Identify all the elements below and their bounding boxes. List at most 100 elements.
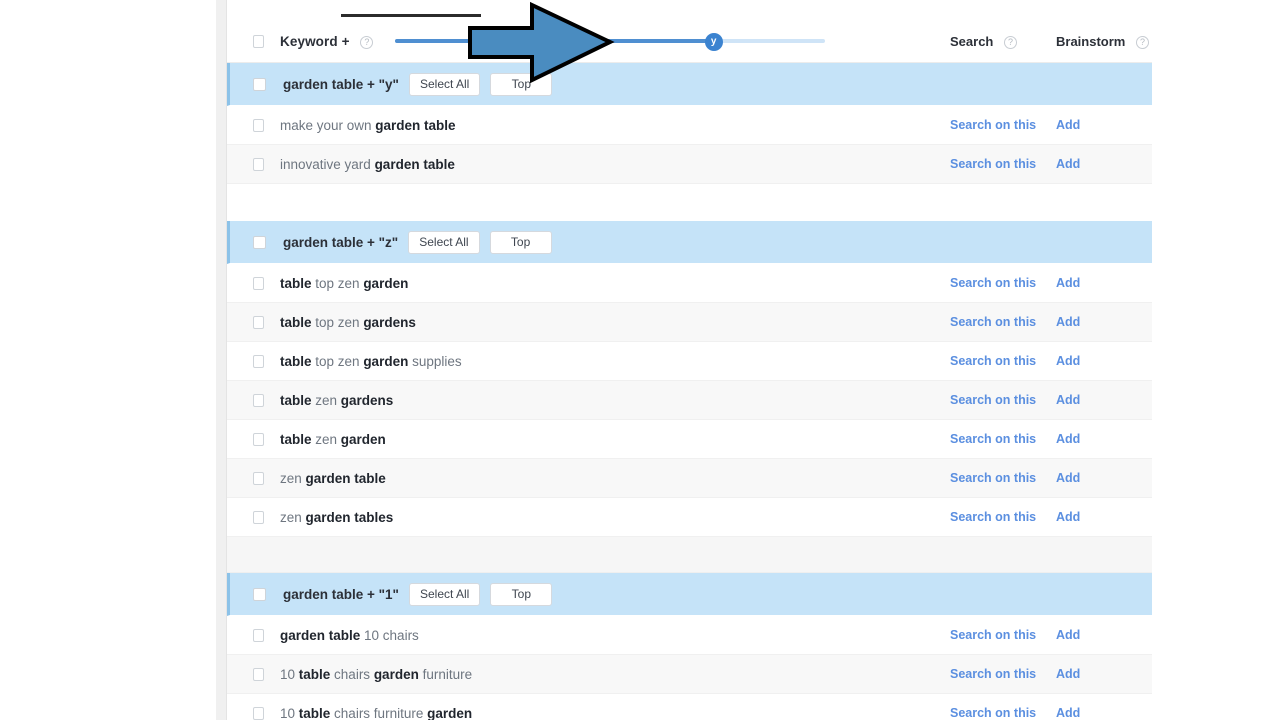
add-link[interactable]: Add bbox=[1056, 628, 1152, 642]
add-link[interactable]: Add bbox=[1056, 276, 1152, 290]
keyword-row[interactable]: zen garden tables Search on this Add bbox=[227, 498, 1152, 537]
keyword-text: 10 table chairs garden furniture bbox=[280, 666, 473, 682]
row-actions: Search on this Add bbox=[950, 118, 1152, 132]
search-on-this-link[interactable]: Search on this bbox=[950, 510, 1056, 524]
search-on-this-link[interactable]: Search on this bbox=[950, 157, 1056, 171]
group-checkbox-cell[interactable] bbox=[230, 235, 267, 249]
row-actions: Search on this Add bbox=[950, 510, 1152, 524]
depth-slider[interactable]: y bbox=[395, 31, 826, 51]
row-checkbox[interactable] bbox=[253, 354, 264, 368]
row-checkbox[interactable] bbox=[253, 628, 264, 642]
group-select-checkbox[interactable] bbox=[253, 235, 266, 249]
keyword-column-label: Keyword + bbox=[280, 33, 350, 49]
row-checkbox[interactable] bbox=[253, 276, 264, 290]
keyword-text: garden table 10 chairs bbox=[280, 627, 419, 643]
add-link[interactable]: Add bbox=[1056, 157, 1152, 171]
row-checkbox[interactable] bbox=[253, 510, 264, 524]
row-checkbox-cell[interactable] bbox=[227, 157, 264, 171]
slider-handle[interactable]: y bbox=[704, 33, 723, 51]
keyword-row[interactable]: innovative yard garden table Search on th… bbox=[227, 145, 1152, 184]
search-column-header: Search ? bbox=[950, 34, 1056, 49]
keyword-row[interactable]: make your own garden table Search on this… bbox=[227, 106, 1152, 145]
search-help-icon[interactable]: ? bbox=[1004, 35, 1017, 49]
row-actions: Search on this Add bbox=[950, 393, 1152, 407]
search-on-this-link[interactable]: Search on this bbox=[950, 667, 1056, 681]
select-all-button[interactable]: Select All bbox=[408, 230, 480, 254]
keyword-row[interactable]: zen garden table Search on this Add bbox=[227, 459, 1152, 498]
search-on-this-link[interactable]: Search on this bbox=[950, 628, 1056, 642]
row-checkbox[interactable] bbox=[253, 432, 264, 446]
keyword-groups-container: garden table + "y" Select All Top make your… bbox=[227, 63, 1152, 720]
search-on-this-link[interactable]: Search on this bbox=[950, 315, 1056, 329]
row-checkbox-cell[interactable] bbox=[227, 667, 264, 681]
keyword-help-icon[interactable]: ? bbox=[360, 35, 374, 49]
add-link[interactable]: Add bbox=[1056, 706, 1152, 720]
add-link[interactable]: Add bbox=[1056, 393, 1152, 407]
row-checkbox[interactable] bbox=[253, 118, 264, 132]
select-all-button[interactable]: Select All bbox=[408, 582, 481, 606]
row-checkbox-cell[interactable] bbox=[227, 628, 264, 642]
row-checkbox-cell[interactable] bbox=[227, 354, 264, 368]
row-checkbox-cell[interactable] bbox=[227, 393, 264, 407]
add-link[interactable]: Add bbox=[1056, 667, 1152, 681]
group-checkbox-cell[interactable] bbox=[230, 587, 267, 601]
group-spacer bbox=[227, 537, 1152, 573]
row-checkbox-cell[interactable] bbox=[227, 315, 264, 329]
add-link[interactable]: Add bbox=[1056, 510, 1152, 524]
brainstorm-column-label: Brainstorm bbox=[1056, 33, 1126, 49]
row-checkbox[interactable] bbox=[253, 706, 264, 720]
row-checkbox[interactable] bbox=[253, 157, 264, 171]
row-actions: Search on this Add bbox=[950, 667, 1152, 681]
top-button[interactable]: Top bbox=[490, 582, 553, 606]
keyword-row[interactable]: 10 table chairs garden furniture Search o… bbox=[227, 655, 1152, 694]
group-select-checkbox[interactable] bbox=[253, 587, 266, 601]
keyword-text: make your own garden table bbox=[280, 117, 456, 133]
keyword-row[interactable]: table top zen garden Search on this Add bbox=[227, 264, 1152, 303]
row-checkbox-cell[interactable] bbox=[227, 432, 264, 446]
select-all-checkbox[interactable] bbox=[253, 34, 264, 48]
table-header-row: Keyword + ? y Search ? Brainstorm ? bbox=[227, 20, 1152, 63]
add-link[interactable]: Add bbox=[1056, 432, 1152, 446]
add-link[interactable]: Add bbox=[1056, 354, 1152, 368]
group-checkbox-cell[interactable] bbox=[230, 77, 267, 91]
search-on-this-link[interactable]: Search on this bbox=[950, 393, 1056, 407]
keyword-text: table top zen gardens bbox=[280, 314, 416, 330]
group-spacer bbox=[227, 184, 1152, 221]
top-button[interactable]: Top bbox=[490, 72, 553, 96]
add-link[interactable]: Add bbox=[1056, 471, 1152, 485]
row-actions: Search on this Add bbox=[950, 471, 1152, 485]
header-checkbox-cell[interactable] bbox=[227, 34, 264, 48]
add-link[interactable]: Add bbox=[1056, 118, 1152, 132]
brainstorm-help-icon[interactable]: ? bbox=[1135, 35, 1149, 49]
row-checkbox[interactable] bbox=[253, 667, 264, 681]
select-all-button[interactable]: Select All bbox=[408, 72, 481, 96]
keyword-text: innovative yard garden table bbox=[280, 156, 455, 172]
row-actions: Search on this Add bbox=[950, 354, 1152, 368]
keyword-row[interactable]: table top zen garden supplies Search on t… bbox=[227, 342, 1152, 381]
row-checkbox[interactable] bbox=[253, 315, 264, 329]
search-on-this-link[interactable]: Search on this bbox=[950, 276, 1056, 290]
keyword-row[interactable]: table top zen gardens Search on this Add bbox=[227, 303, 1152, 342]
keyword-row[interactable]: table zen garden Search on this Add bbox=[227, 420, 1152, 459]
keyword-row[interactable]: garden table 10 chairs Search on this Add bbox=[227, 616, 1152, 655]
row-checkbox[interactable] bbox=[253, 393, 264, 407]
search-on-this-link[interactable]: Search on this bbox=[950, 432, 1056, 446]
row-checkbox-cell[interactable] bbox=[227, 118, 264, 132]
row-checkbox-cell[interactable] bbox=[227, 510, 264, 524]
add-link[interactable]: Add bbox=[1056, 315, 1152, 329]
row-checkbox-cell[interactable] bbox=[227, 471, 264, 485]
keyword-row[interactable]: table zen gardens Search on this Add bbox=[227, 381, 1152, 420]
keyword-row[interactable]: 10 table chairs furniture garden Search o… bbox=[227, 694, 1152, 720]
search-on-this-link[interactable]: Search on this bbox=[950, 471, 1056, 485]
row-checkbox-cell[interactable] bbox=[227, 276, 264, 290]
row-checkbox-cell[interactable] bbox=[227, 706, 264, 720]
top-button[interactable]: Top bbox=[489, 230, 552, 254]
group-select-checkbox[interactable] bbox=[253, 77, 266, 91]
search-on-this-link[interactable]: Search on this bbox=[950, 118, 1056, 132]
search-on-this-link[interactable]: Search on this bbox=[950, 706, 1056, 720]
row-checkbox[interactable] bbox=[253, 471, 264, 485]
search-on-this-link[interactable]: Search on this bbox=[950, 354, 1056, 368]
left-gutter bbox=[216, 0, 226, 720]
brainstorm-column-header: Brainstorm ? bbox=[1056, 34, 1152, 49]
row-actions: Search on this Add bbox=[950, 157, 1152, 171]
